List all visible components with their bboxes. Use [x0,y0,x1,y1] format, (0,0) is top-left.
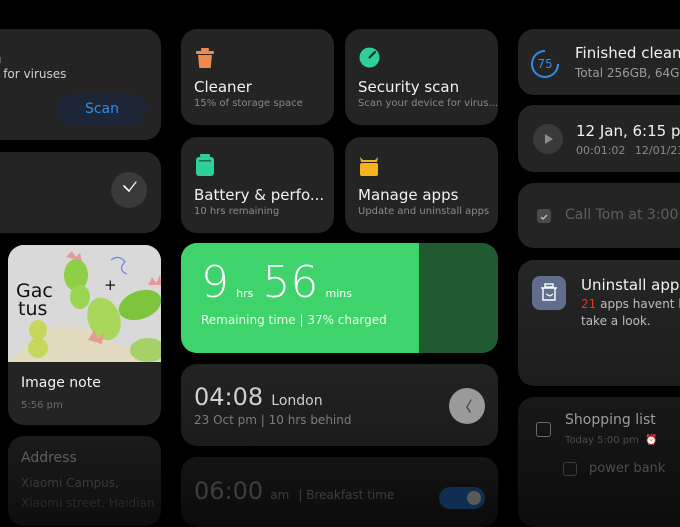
note-image: Gac tus + [8,245,161,362]
task-checkbox[interactable] [537,209,551,223]
world-clock-widget[interactable]: 04:08 London 23 Oct pm | 10 hrs behind [181,364,498,446]
finished-cleaning-widget[interactable]: 75 Finished cleani Total 256GB, 64GB [518,29,680,95]
clock-city: London [271,393,323,409]
recording-date: 12/01/23 [634,144,680,157]
alarm-time: 06:00 [194,477,264,505]
alarm-ampm: am [270,488,290,502]
widget-subtitle: e for viruses [0,67,67,81]
recording-meta: 00:01:02 12/01/23 [576,144,680,157]
alarm-widget[interactable]: 06:00 am | Breakfast time [181,457,498,527]
uninstall-text: apps havent be [600,297,680,311]
task-widget[interactable]: Call Tom at 3:00 [518,183,680,248]
minutes-unit: mins [325,287,352,300]
android-icon [359,154,379,180]
widget-title: Uninstall apps [581,276,680,294]
shield-scan-icon [359,47,380,72]
tile-subtitle: 10 hrs remaining [194,206,280,217]
recording-title: 12 Jan, 6:15 pm [576,122,680,140]
note-time: 5:56 pm [21,400,63,411]
svg-text:tus: tus [18,298,47,320]
manage-apps-tile[interactable]: Manage apps Update and uninstall apps [345,137,498,233]
minutes-value: 56 [262,257,319,308]
hours-value: 9 [201,257,229,308]
recording-duration: 00:01:02 [576,144,626,157]
list-time: Today 5:00 pm ⏰ [565,435,657,446]
play-button[interactable] [533,124,563,154]
image-note-widget[interactable]: Gac tus + Image note 5:56 pm [8,245,161,425]
clock-detail: 23 Oct pm | 10 hrs behind [194,413,352,427]
alarm-line: 06:00 am | Breakfast time [194,477,394,505]
item-checkbox[interactable] [563,462,577,476]
tile-title: Manage apps [358,186,459,204]
widget-title: n [0,49,2,67]
alarm-toggle[interactable] [439,487,485,509]
clock-icon [111,172,147,208]
tile-title: Battery & perfo... [194,186,325,204]
recording-widget[interactable]: 12 Jan, 6:15 pm 00:01:02 12/01/23 [518,105,680,172]
unused-app-count: 21 [581,297,597,311]
battery-remaining-widget[interactable]: 9 hrs 56 mins Remaining time | 37% charg… [181,243,498,353]
svg-text:+: + [104,276,117,294]
battery-tile[interactable]: Battery & perfo... 10 hrs remaining [181,137,334,233]
uninstall-text-line-2: take a look. [581,314,651,328]
address-line-2: Xiaomi street, Haidian [21,496,155,510]
note-title: Address [21,450,77,466]
list-checkbox[interactable] [536,422,551,437]
tile-subtitle: 15% of storage space [194,98,303,109]
widget-title: Finished cleani [575,44,680,62]
tile-title: Security scan [358,78,460,96]
battery-caption: Remaining time | 37% charged [201,313,387,327]
uninstall-icon [532,276,566,310]
widget-subtitle: Total 256GB, 64GB [575,66,680,80]
note-title: Image note [21,375,101,391]
tile-subtitle: Scan your device for virus... [358,98,498,109]
tile-title: Cleaner [194,78,252,96]
alarm-clock-icon: ⏰ [645,435,658,446]
reminder-time: Today 5:00 pm [565,435,639,446]
shopping-list-widget[interactable]: Shopping list Today 5:00 pm ⏰ power bank [518,397,680,527]
toggle-knob [467,491,481,505]
tile-subtitle: Update and uninstall apps [358,206,490,217]
alarm-label: | Breakfast time [298,488,395,502]
address-line-1: Xiaomi Campus, [21,476,119,490]
hours-unit: hrs [236,287,254,300]
score-value: 75 [537,57,553,71]
battery-icon [196,154,214,180]
clock-time: 04:08 [194,383,264,411]
remaining-time: 9 hrs 56 mins [201,257,352,308]
address-note-widget[interactable]: Address Xiaomi Campus, Xiaomi street, Ha… [8,436,161,526]
clock-widget[interactable]: d [0,152,161,233]
scan-button[interactable]: Scan [57,94,147,125]
trash-icon [195,47,215,73]
security-scan-widget[interactable]: n e for viruses Scan [0,29,161,140]
security-scan-tile[interactable]: Security scan Scan your device for virus… [345,29,498,125]
analog-clock-icon [449,388,485,424]
score-ring-icon: 75 [530,49,560,79]
cleaner-tile[interactable]: Cleaner 15% of storage space [181,29,334,125]
clock-line: 04:08 London [194,383,323,411]
list-item: power bank [589,461,666,476]
uninstall-apps-widget[interactable]: Uninstall apps 21 apps havent be take a … [518,260,680,386]
task-label: Call Tom at 3:00 [565,207,679,223]
uninstall-text-line-1: 21 apps havent be [581,297,680,311]
list-title: Shopping list [565,412,656,428]
